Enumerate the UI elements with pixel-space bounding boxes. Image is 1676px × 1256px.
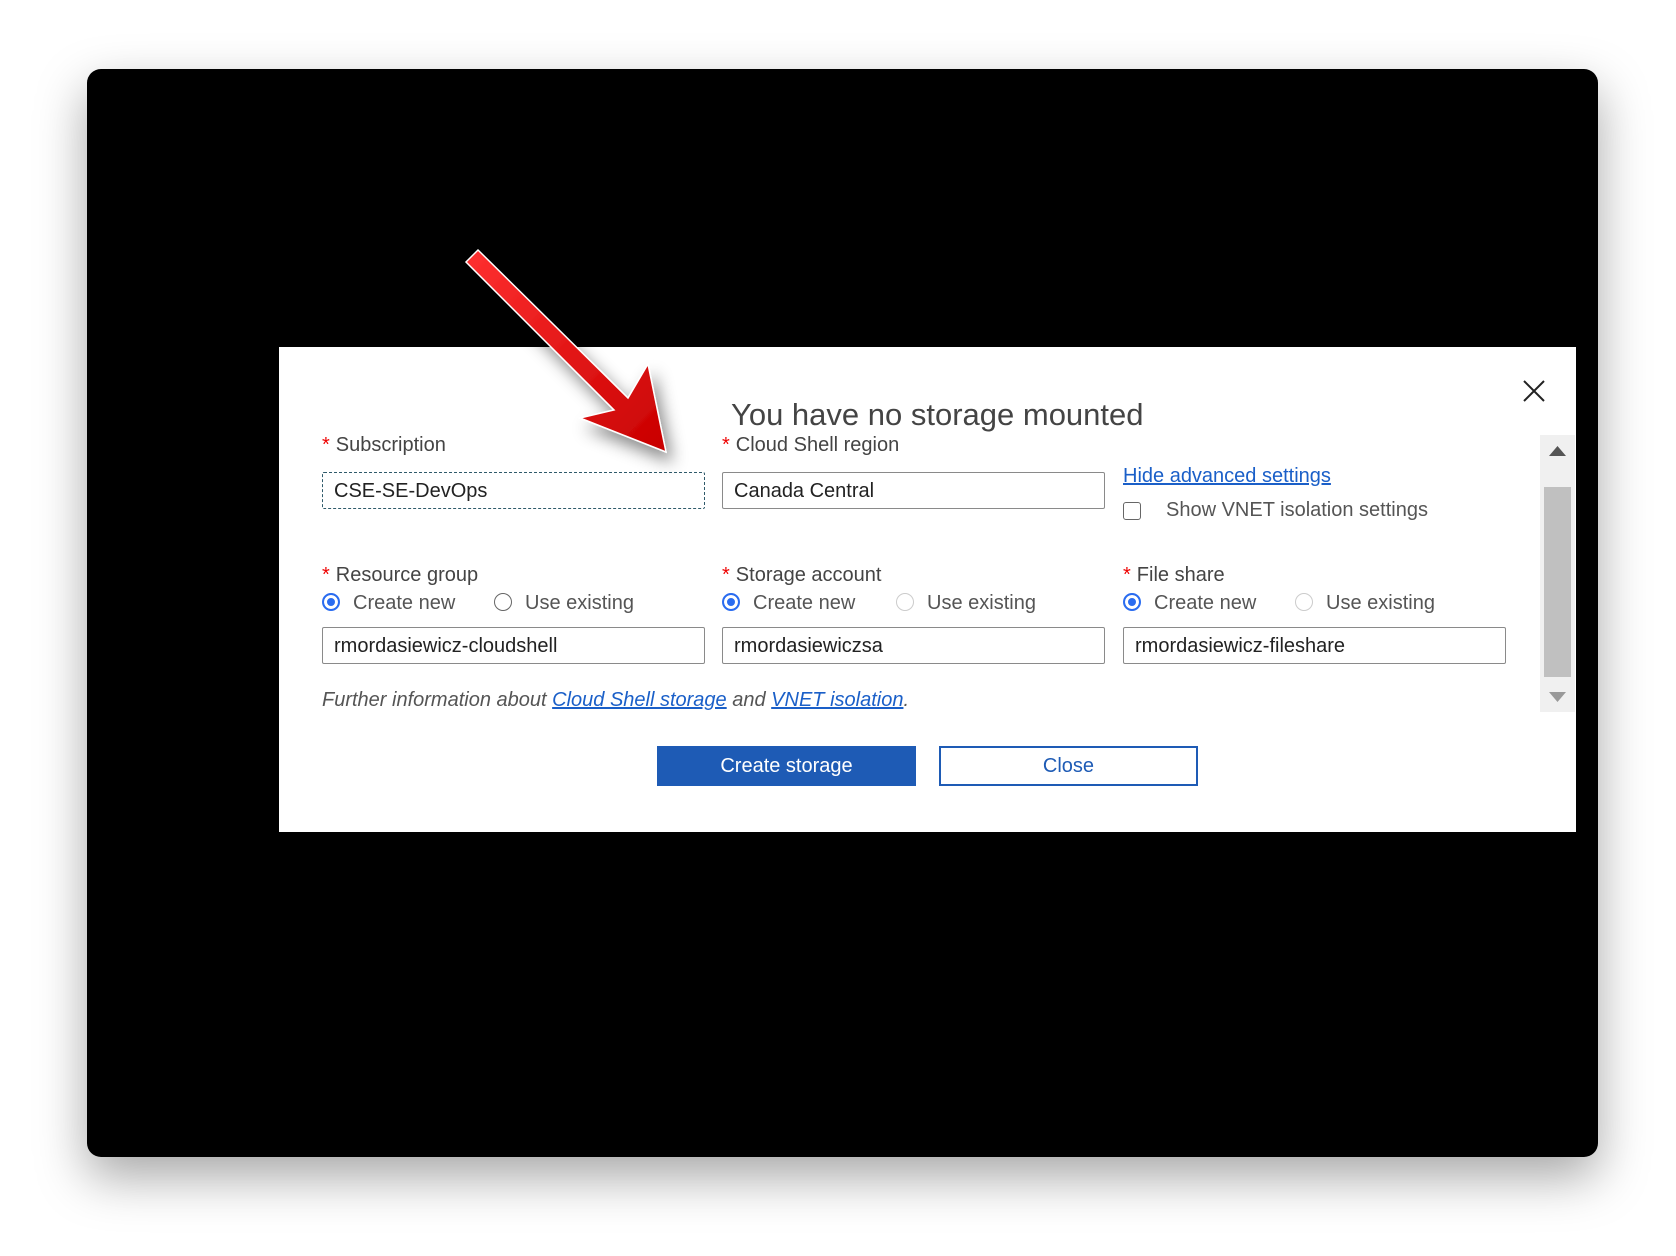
- storage-account-label: * Storage account: [722, 564, 881, 587]
- file-share-input[interactable]: rmordasiewicz-fileshare: [1123, 627, 1506, 664]
- storage-account-input[interactable]: rmordasiewiczsa: [722, 627, 1105, 664]
- region-label: * Cloud Shell region: [722, 434, 899, 457]
- info-suffix: .: [903, 689, 910, 711]
- required-marker: *: [322, 564, 330, 586]
- resource-group-create-new-radio[interactable]: [322, 593, 340, 611]
- app-window: You have no storage mounted * Subscriptio…: [87, 69, 1598, 1157]
- region-select[interactable]: Canada Central: [722, 472, 1105, 509]
- info-middle: and: [726, 689, 772, 711]
- file-share-create-new-label: Create new: [1154, 592, 1257, 614]
- vnet-isolation-link[interactable]: VNET isolation: [771, 689, 903, 711]
- vnet-isolation-checkbox[interactable]: [1123, 502, 1141, 520]
- cloud-shell-storage-link[interactable]: Cloud Shell storage: [552, 689, 727, 711]
- resource-group-label: * Resource group: [322, 564, 478, 587]
- scrollbar[interactable]: [1540, 435, 1575, 712]
- close-button[interactable]: Close: [939, 746, 1198, 786]
- resource-group-label-text: Resource group: [335, 564, 479, 586]
- scrollbar-thumb[interactable]: [1544, 487, 1571, 677]
- resource-group-use-existing-label: Use existing: [525, 592, 634, 614]
- required-marker: *: [722, 434, 730, 456]
- file-share-label-text: File share: [1136, 564, 1225, 586]
- file-share-label: * File share: [1123, 564, 1225, 587]
- scroll-down-icon[interactable]: [1549, 691, 1566, 703]
- file-share-create-new-radio[interactable]: [1123, 593, 1141, 611]
- scroll-up-icon[interactable]: [1549, 445, 1566, 457]
- info-prefix: Further information about: [322, 689, 553, 711]
- file-share-use-existing-radio[interactable]: [1295, 593, 1313, 611]
- storage-info-text: Further information about Cloud Shell st…: [322, 689, 909, 712]
- dialog-title: You have no storage mounted: [731, 397, 1144, 432]
- required-marker: *: [1123, 564, 1131, 586]
- storage-account-use-existing-radio[interactable]: [896, 593, 914, 611]
- storage-account-label-text: Storage account: [735, 564, 882, 586]
- resource-group-create-new-label: Create new: [353, 592, 456, 614]
- subscription-select[interactable]: CSE-SE-DevOps: [322, 472, 705, 509]
- hide-advanced-settings-link[interactable]: Hide advanced settings: [1123, 465, 1331, 488]
- storage-account-create-new-radio[interactable]: [722, 593, 740, 611]
- storage-account-use-existing-label: Use existing: [927, 592, 1036, 614]
- vnet-isolation-label: Show VNET isolation settings: [1166, 499, 1428, 521]
- required-marker: *: [322, 434, 330, 456]
- required-marker: *: [722, 564, 730, 586]
- storage-account-create-new-label: Create new: [753, 592, 856, 614]
- create-storage-button[interactable]: Create storage: [657, 746, 916, 786]
- file-share-use-existing-label: Use existing: [1326, 592, 1435, 614]
- subscription-label: * Subscription: [322, 434, 446, 457]
- subscription-label-text: Subscription: [335, 434, 446, 456]
- resource-group-input[interactable]: rmordasiewicz-cloudshell: [322, 627, 705, 664]
- region-label-text: Cloud Shell region: [735, 434, 900, 456]
- resource-group-use-existing-radio[interactable]: [494, 593, 512, 611]
- close-icon[interactable]: [1522, 380, 1546, 402]
- storage-dialog: You have no storage mounted * Subscriptio…: [279, 347, 1576, 832]
